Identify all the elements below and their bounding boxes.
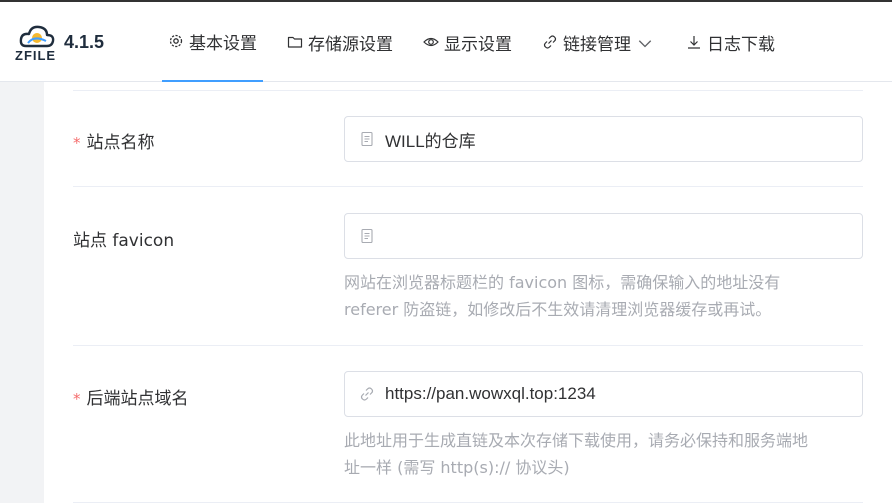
link-icon <box>542 34 558 50</box>
document-icon <box>359 131 375 147</box>
chevron-down-icon <box>637 35 652 49</box>
main-nav: 基本设置 存储源设置 显示设置 链接管理 日志下载 <box>162 2 799 82</box>
top-header: ZFILE 4.1.5 基本设置 存储源设置 显示设置 链接管理 日志下载 <box>0 2 892 82</box>
site-favicon-input[interactable] <box>344 213 863 259</box>
nav-storage-settings[interactable]: 存储源设置 <box>281 2 399 82</box>
link-icon <box>359 386 375 402</box>
site-favicon-help: 网站在浏览器标题栏的 favicon 图标，需确保输入的地址没有 referer… <box>344 269 863 323</box>
document-icon <box>359 228 375 244</box>
nav-basic-settings[interactable]: 基本设置 <box>162 2 263 82</box>
nav-display-settings-label: 显示设置 <box>444 34 512 55</box>
required-asterisk: * <box>73 390 81 408</box>
site-name-input[interactable]: WILL的仓库 <box>344 116 863 162</box>
divider <box>73 90 863 91</box>
site-name-label-text: 站点名称 <box>86 133 155 153</box>
site-favicon-label: 站点 favicon <box>73 231 175 251</box>
backend-domain-help-line1: 此地址用于生成直链及本次存储下载使用，请务必保持和服务端地 <box>344 431 809 450</box>
backend-domain-label: * 后端站点域名 <box>73 384 189 409</box>
logo-text: ZFILE <box>15 48 57 63</box>
nav-link-management-label: 链接管理 <box>563 34 631 55</box>
nav-display-settings[interactable]: 显示设置 <box>417 2 518 82</box>
nav-basic-settings-label: 基本设置 <box>189 33 257 54</box>
nav-storage-settings-label: 存储源设置 <box>308 34 393 55</box>
folder-icon <box>287 34 303 50</box>
backend-domain-input[interactable]: https://pan.wowxql.top:1234 <box>344 371 863 417</box>
gear-icon <box>168 33 184 49</box>
backend-domain-value: https://pan.wowxql.top:1234 <box>385 384 596 403</box>
settings-form: * 站点名称 WILL的仓库 站点 favicon 网站在浏览器标题栏的 favi… <box>44 82 892 503</box>
site-name-value: WILL的仓库 <box>385 131 476 151</box>
divider <box>73 186 863 187</box>
nav-link-management[interactable]: 链接管理 <box>536 2 662 82</box>
site-favicon-help-line1: 网站在浏览器标题栏的 favicon 图标，需确保输入的地址没有 <box>344 273 781 292</box>
divider <box>73 345 863 346</box>
nav-log-download-label: 日志下载 <box>707 34 775 55</box>
backend-domain-help-line2: 址一样 (需写 http(s):// 协议头) <box>344 458 570 477</box>
download-icon <box>686 34 702 50</box>
backend-domain-label-text: 后端站点域名 <box>86 389 189 409</box>
nav-log-download[interactable]: 日志下载 <box>680 2 781 82</box>
site-name-label: * 站点名称 <box>73 128 155 153</box>
app-version: 4.1.5 <box>64 32 105 52</box>
site-favicon-help-line2: referer 防盗链，如修改后不生效请清理浏览器缓存或再试。 <box>344 300 772 319</box>
left-gutter <box>0 82 44 503</box>
required-asterisk: * <box>73 134 81 152</box>
eye-icon <box>423 34 439 50</box>
backend-domain-help: 此地址用于生成直链及本次存储下载使用，请务必保持和服务端地 址一样 (需写 ht… <box>344 427 863 481</box>
